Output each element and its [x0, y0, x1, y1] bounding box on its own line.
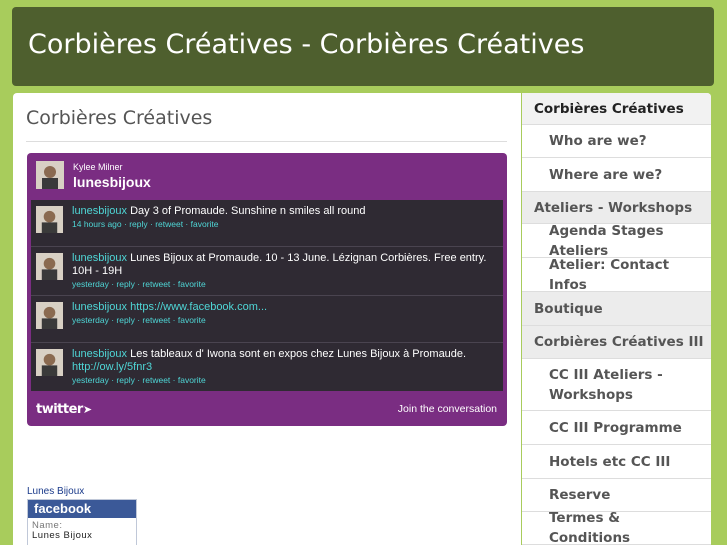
tweet-username[interactable]: lunesbijoux: [72, 205, 127, 217]
nav-item-label: CC III Programme: [549, 419, 682, 436]
nav-item-label: CC III Ateliers - Workshops: [549, 366, 663, 403]
page-title: Corbières Créatives: [26, 107, 213, 129]
retweet-link[interactable]: retweet: [142, 279, 170, 289]
nav-item-cc3-hotels[interactable]: Hotels etc CC III: [522, 445, 711, 479]
nav-item-cc3-ateliers[interactable]: CC III Ateliers - Workshops: [522, 359, 711, 411]
facebook-page-link[interactable]: Lunes Bijoux: [27, 486, 84, 497]
retweet-link[interactable]: retweet: [142, 315, 170, 325]
nav-item-label: Who are we?: [549, 133, 647, 149]
favorite-link[interactable]: favorite: [178, 375, 206, 385]
nav-item-atelier-contact[interactable]: Atelier: Contact Infos: [522, 256, 711, 293]
profile-avatar[interactable]: [36, 161, 64, 189]
nav-item-label: Corbières Créatives: [534, 100, 684, 117]
tweet-text: Lunes Bijoux at Promaude. 10 - 13 June. …: [72, 252, 487, 277]
profile-username[interactable]: lunesbijoux: [73, 174, 151, 190]
nav-item-agenda-stages[interactable]: Agenda Stages Ateliers: [522, 223, 711, 259]
nav-item-ateliers-workshops[interactable]: Ateliers - Workshops: [522, 192, 711, 224]
tweet-time[interactable]: yesterday: [72, 315, 109, 325]
tweet-meta: 14 hours ago · reply · retweet · favorit…: [72, 219, 219, 229]
nav-item-label: Ateliers - Workshops: [534, 199, 693, 216]
nav-item-label: Hotels etc CC III: [549, 453, 671, 470]
site-title[interactable]: Corbières Créatives - Corbières Créative…: [28, 29, 584, 60]
bird-icon: ➤: [82, 403, 92, 416]
tweet-meta: yesterday · reply · retweet · favorite: [72, 315, 206, 325]
tweet-item: lunesbijoux https://www.facebook.com... …: [31, 296, 503, 343]
tweet-avatar[interactable]: [36, 206, 63, 233]
nav-item-label: Where are we?: [549, 166, 663, 183]
tweet-body: lunesbijoux https://www.facebook.com... …: [72, 301, 497, 326]
tweet-meta: yesterday · reply · retweet · favorite: [72, 375, 206, 385]
tweet-time[interactable]: 14 hours ago: [72, 219, 122, 229]
twitter-logo[interactable]: twitter➤: [36, 402, 92, 417]
reply-link[interactable]: reply: [116, 279, 134, 289]
favorite-link[interactable]: favorite: [178, 279, 206, 289]
tweet-username[interactable]: lunesbijoux: [72, 301, 127, 313]
tweet-link[interactable]: http://ow.ly/5fnr3: [72, 361, 152, 373]
sidebar-nav: Corbières Créatives Who are we? Where ar…: [522, 93, 711, 545]
reply-link[interactable]: reply: [116, 315, 134, 325]
tweet-list: lunesbijoux Day 3 of Promaude. Sunshine …: [31, 200, 503, 391]
nav-item-where-are-we[interactable]: Where are we?: [522, 158, 711, 192]
profile-display-name: Kylee Milner: [73, 162, 123, 172]
tweet-avatar[interactable]: [36, 253, 63, 280]
tweet-username[interactable]: lunesbijoux: [72, 252, 127, 264]
title-divider: [26, 141, 507, 142]
nav-item-label: Corbières Créatives III: [534, 334, 704, 350]
favorite-link[interactable]: favorite: [178, 315, 206, 325]
tweet-avatar[interactable]: [36, 302, 63, 329]
tweet-item: lunesbijoux Lunes Bijoux at Promaude. 10…: [31, 247, 503, 296]
tweet-body: lunesbijoux Day 3 of Promaude. Sunshine …: [72, 205, 497, 230]
tweet-text: Les tableaux d' Iwona sont en expos chez…: [130, 348, 467, 360]
nav-item-corbieres-creatives-iii[interactable]: Corbières Créatives III: [522, 326, 711, 359]
tweet-item: lunesbijoux Day 3 of Promaude. Sunshine …: [31, 200, 503, 247]
main-content: Corbières Créatives Kylee Milner lunesbi…: [13, 93, 521, 545]
nav-item-label: Termes & Conditions: [549, 510, 631, 545]
nav-item-label: Atelier: Contact Infos: [549, 256, 670, 293]
facebook-logo: facebook: [28, 500, 136, 518]
facebook-name-value: Lunes Bijoux: [32, 530, 93, 541]
tweet-meta: yesterday · reply · retweet · favorite: [72, 279, 206, 289]
twitter-widget: Kylee Milner lunesbijoux lunesbijoux Day…: [27, 153, 507, 426]
nav-item-label: Reserve: [549, 487, 611, 503]
reply-link[interactable]: reply: [129, 219, 147, 229]
join-conversation-link[interactable]: Join the conversation: [398, 403, 497, 415]
tweet-avatar[interactable]: [36, 349, 63, 376]
nav-item-boutique[interactable]: Boutique: [522, 292, 711, 326]
facebook-badge[interactable]: facebook Name: Lunes Bijoux: [27, 499, 137, 545]
nav-item-cc3-programme[interactable]: CC III Programme: [522, 411, 711, 445]
nav-item-corbieres-creatives[interactable]: Corbières Créatives: [522, 93, 711, 125]
tweet-time[interactable]: yesterday: [72, 375, 109, 385]
tweet-time[interactable]: yesterday: [72, 279, 109, 289]
twitter-logo-text: twitter: [36, 402, 83, 417]
tweet-link[interactable]: https://www.facebook.com...: [130, 301, 267, 313]
nav-item-who-are-we[interactable]: Who are we?: [522, 125, 711, 158]
tweet-item: lunesbijoux Les tableaux d' Iwona sont e…: [31, 343, 503, 391]
tweet-username[interactable]: lunesbijoux: [72, 348, 127, 360]
tweet-body: lunesbijoux Les tableaux d' Iwona sont e…: [72, 348, 497, 386]
reply-link[interactable]: reply: [116, 375, 134, 385]
retweet-link[interactable]: retweet: [155, 219, 183, 229]
nav-item-termes-conditions[interactable]: Termes & Conditions: [522, 510, 711, 545]
tweet-body: lunesbijoux Lunes Bijoux at Promaude. 10…: [72, 252, 497, 290]
site-header: Corbières Créatives - Corbières Créative…: [12, 7, 714, 86]
favorite-link[interactable]: favorite: [191, 219, 219, 229]
retweet-link[interactable]: retweet: [142, 375, 170, 385]
tweet-text: Day 3 of Promaude. Sunshine n smiles all…: [130, 205, 366, 217]
nav-item-label: Boutique: [534, 300, 603, 317]
